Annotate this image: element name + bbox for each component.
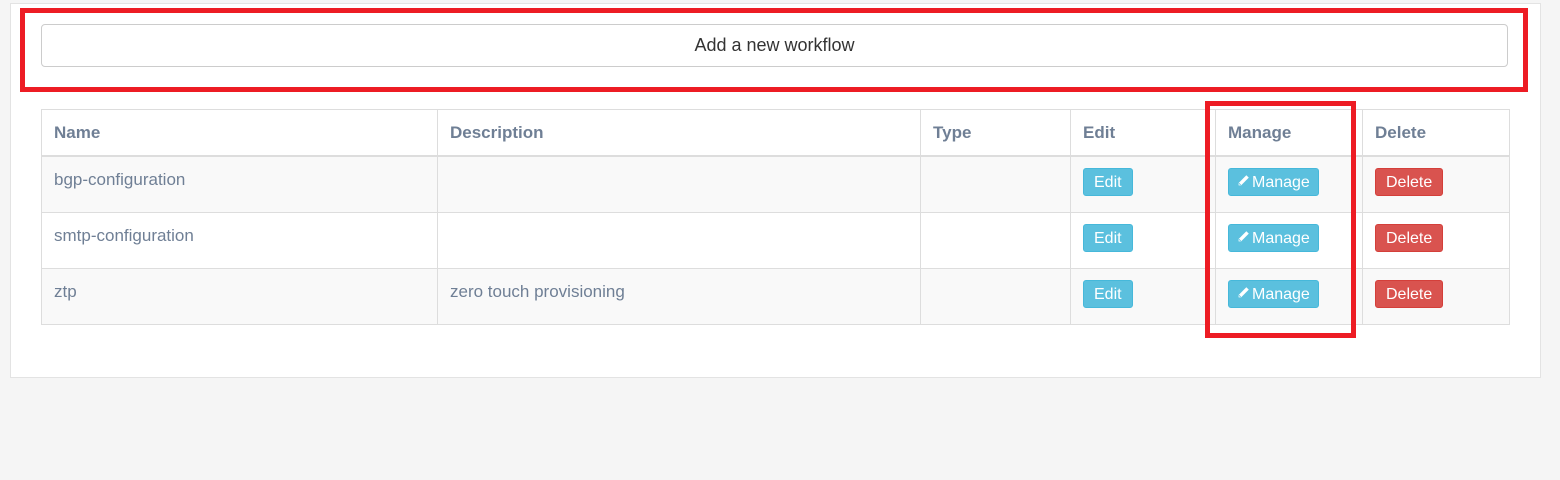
cell-manage: Manage (1215, 211, 1363, 269)
delete-button[interactable]: Delete (1375, 168, 1444, 196)
cell-manage: Manage (1215, 155, 1363, 213)
header-description: Description (437, 109, 921, 157)
manage-button[interactable]: Manage (1228, 168, 1319, 196)
cell-delete: Delete (1362, 267, 1510, 325)
cell-type (920, 211, 1071, 269)
workflows-table: Name Description Type Edit Manage Delete… (41, 109, 1510, 325)
pencil-icon (1237, 169, 1251, 197)
cell-name: smtp-configuration (41, 211, 438, 269)
cell-edit: Edit (1070, 155, 1216, 213)
edit-button[interactable]: Edit (1083, 223, 1133, 252)
manage-label: Manage (1252, 229, 1310, 247)
manage-label: Manage (1252, 174, 1310, 191)
pencil-icon (1237, 281, 1251, 309)
table-header-row: Name Description Type Edit Manage Delete (41, 109, 1510, 157)
delete-button[interactable]: Delete (1375, 223, 1444, 252)
edit-button[interactable]: Edit (1083, 168, 1133, 196)
pencil-icon (1237, 225, 1251, 253)
cell-type (920, 267, 1071, 325)
cell-description (437, 155, 921, 213)
table-row: smtp-configuration Edit Manage Delete (41, 211, 1510, 269)
cell-name: bgp-configuration (41, 155, 438, 213)
cell-edit: Edit (1070, 211, 1216, 269)
header-type: Type (920, 109, 1071, 157)
edit-button[interactable]: Edit (1083, 279, 1133, 308)
table-row: ztp zero touch provisioning Edit Manage … (41, 267, 1510, 325)
cell-description: zero touch provisioning (437, 267, 921, 325)
header-name: Name (41, 109, 438, 157)
cell-manage: Manage (1215, 267, 1363, 325)
cell-type (920, 155, 1071, 213)
manage-label: Manage (1252, 285, 1310, 303)
manage-button[interactable]: Manage (1228, 223, 1319, 253)
cell-edit: Edit (1070, 267, 1216, 325)
cell-name: ztp (41, 267, 438, 325)
table-row: bgp-configuration Edit Manage Delete (41, 155, 1510, 213)
cell-description (437, 211, 921, 269)
header-manage: Manage (1215, 109, 1363, 157)
cell-delete: Delete (1362, 211, 1510, 269)
cell-delete: Delete (1362, 155, 1510, 213)
delete-button[interactable]: Delete (1375, 279, 1444, 308)
add-workflow-button[interactable]: Add a new workflow (41, 24, 1508, 67)
header-edit: Edit (1070, 109, 1216, 157)
manage-button[interactable]: Manage (1228, 279, 1319, 309)
header-delete: Delete (1362, 109, 1510, 157)
